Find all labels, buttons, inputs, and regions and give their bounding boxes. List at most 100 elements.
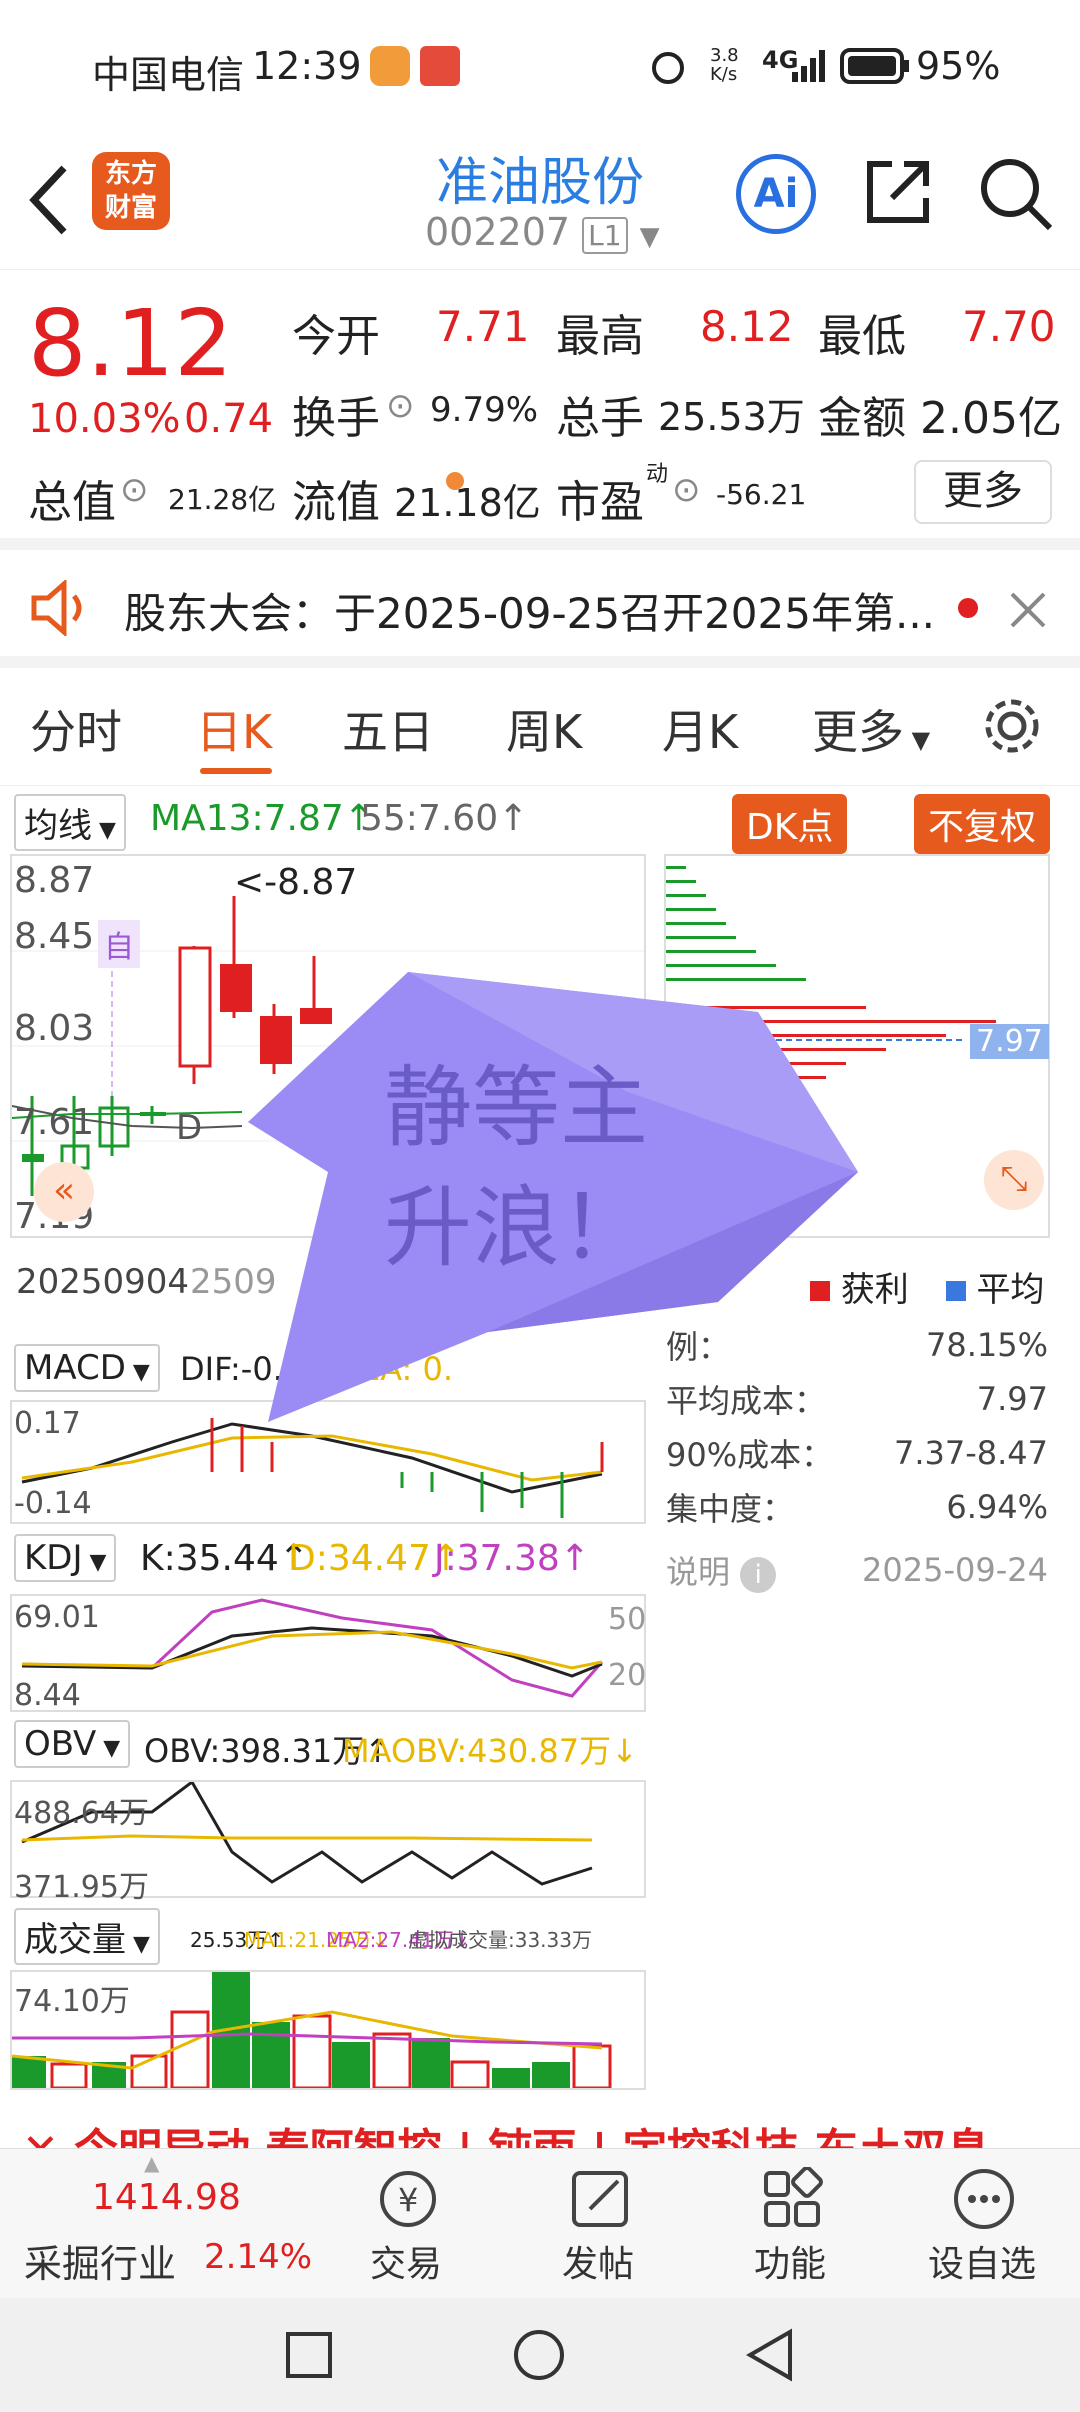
app-notification-icon <box>420 46 460 86</box>
scroll-left-button[interactable]: « <box>34 1162 94 1222</box>
recent-apps-icon[interactable] <box>284 2330 334 2380</box>
notice-bar[interactable]: 股东大会：于2025-09-25召开2025年第... <box>0 550 1080 668</box>
app-notification-icon <box>370 46 410 86</box>
high-label: 最高 <box>556 311 644 362</box>
movers-strip[interactable]: ✕ 今明异动 泰阿智控 | 钝雨 | 宇控科技 东土双息 <box>0 2100 1080 2148</box>
sector-name: 采掘行业 <box>24 2242 177 2286</box>
dk-point-button[interactable]: DK点 <box>732 794 848 854</box>
caret-up-icon: ▲ <box>144 2151 160 2175</box>
float-label: 流值 <box>292 477 380 528</box>
stock-code-row[interactable]: 002207 L1 ▼ <box>425 210 660 254</box>
sector-change: 2.14% <box>204 2237 313 2277</box>
y-axis-label: 8.03 <box>14 1008 95 1049</box>
share-icon[interactable] <box>862 156 934 228</box>
pe-label: 市盈 <box>556 477 644 528</box>
ma55-label: 55:7.60↑ <box>360 798 529 839</box>
macd-y-bottom: -0.14 <box>14 1486 92 1521</box>
sector-index[interactable]: ▲ 1414.98 采掘行业 2.14% <box>0 2149 312 2299</box>
tab-monthly-k[interactable]: 月K <box>662 696 738 762</box>
volume-label: 总手 <box>556 393 644 444</box>
chip-stat-row: 集中度： 6.94% <box>666 1488 1048 1528</box>
period-tabs: 分时 日K 五日 周K 月K 更多 ▼ <box>0 668 1080 786</box>
ai-assistant-button[interactable]: Ai <box>736 154 816 234</box>
turnover-label: 换手 <box>292 393 380 444</box>
kdj-canvas <box>21 1598 604 1698</box>
obv-y-bottom: 371.95万 <box>14 1870 149 1905</box>
y-axis-label: 8.87 <box>14 860 95 901</box>
alarm-icon <box>652 52 684 84</box>
functions-button[interactable]: 功能 <box>700 2149 880 2299</box>
virtual-volume-label: 虚拟成交量:33.33万 <box>408 1928 592 1952</box>
net-speed: 3.8 K/s <box>710 45 739 85</box>
speaker-icon <box>31 580 82 636</box>
adjust-mode-button[interactable]: 不复权 <box>914 794 1051 854</box>
pe-superscript: 动 <box>646 462 669 487</box>
trade-button[interactable]: ¥ 交易 <box>316 2149 496 2299</box>
bottom-toolbar: ▲ 1414.98 采掘行业 2.14% ¥ 交易 发帖 功能 设自选 <box>0 2148 1080 2298</box>
y-axis-label: 7.61 <box>14 1102 95 1143</box>
tab-daily-k[interactable]: 日K <box>196 696 272 762</box>
kdj-j-label: J:37.38↑ <box>434 1538 590 1579</box>
self-select-marker: 自 <box>98 920 140 968</box>
obv-select[interactable]: OBV ▼ <box>14 1720 131 1768</box>
status-bar: 中国电信 12:39 3.8 K/s 4G 95% <box>0 0 1080 130</box>
mktcap-value: 21.28亿 <box>168 483 277 516</box>
pe-value: -56.21 <box>716 478 807 511</box>
quote-panel: 8.12 10.03% 0.74 今开 7.71 最高 8.12 最低 7.70… <box>0 270 1080 550</box>
notice-text[interactable]: 股东大会：于2025-09-25召开2025年第... <box>124 580 935 641</box>
tab-five-day[interactable]: 五日 <box>342 696 434 762</box>
tab-intraday[interactable]: 分时 <box>30 696 122 762</box>
info-icon[interactable]: ⊙ <box>386 386 415 426</box>
chip-note-row[interactable]: 说明 i 2025-09-24 <box>666 1534 1048 1606</box>
movers-text[interactable]: ✕ 今明异动 泰阿智控 | 钝雨 | 宇控科技 东土双息 <box>22 2114 990 2148</box>
change-percent: 10.03% <box>28 396 181 442</box>
obv-chart[interactable]: 488.64万 371.95万 <box>10 1779 646 1905</box>
close-icon[interactable] <box>1008 590 1048 630</box>
mktcap-label: 总值 <box>28 477 116 528</box>
tab-weekly-k[interactable]: 周K <box>506 696 582 762</box>
turnover-value: 9.79% <box>430 390 539 430</box>
tab-more[interactable]: 更多 ▼ <box>812 696 930 762</box>
info-icon[interactable]: i <box>740 1557 777 1593</box>
amount-label: 金额 <box>818 393 906 444</box>
kdj-ref-50: 50 <box>608 1602 647 1637</box>
kdj-chart[interactable]: 69.01 8.44 50 20 <box>10 1594 647 1713</box>
chip-stat-row: 90%成本： 7.37-8.47 <box>666 1434 1048 1474</box>
kdj-select[interactable]: KDJ ▼ <box>14 1534 117 1582</box>
signal-icon <box>792 50 825 82</box>
more-quote-button[interactable]: 更多 <box>914 460 1052 524</box>
notification-dot <box>446 472 464 490</box>
max-price-marker: <-8.87 <box>234 862 358 903</box>
add-watchlist-button[interactable]: 设自选 <box>892 2149 1072 2299</box>
stock-code: 002207 <box>425 210 571 254</box>
unread-dot <box>958 598 978 618</box>
volume-y-top: 74.10万 <box>14 1984 130 2019</box>
macd-select[interactable]: MACD ▼ <box>14 1344 160 1392</box>
info-icon[interactable]: ⊙ <box>120 470 149 510</box>
avg-cost-marker: 7.97 <box>970 1024 1049 1059</box>
macd-y-top: 0.17 <box>14 1406 81 1441</box>
low-value: 7.70 <box>962 302 1056 351</box>
change-amount: 0.74 <box>184 396 274 442</box>
home-icon[interactable] <box>512 2328 566 2382</box>
battery-percent: 95% <box>916 44 1001 88</box>
gear-icon[interactable] <box>980 694 1044 758</box>
back-nav-icon[interactable] <box>744 2328 798 2382</box>
float-value: 21.18亿 <box>394 481 541 525</box>
edit-icon <box>572 2171 628 2227</box>
chevron-down-icon: ▼ <box>639 222 660 252</box>
sticker-text: 静等主 升浪！ <box>384 1056 649 1279</box>
post-button[interactable]: 发帖 <box>508 2149 688 2299</box>
volume-chart[interactable]: 74.10万 <box>10 1970 646 2090</box>
y-axis-label: 8.45 <box>14 916 95 957</box>
ma-select[interactable]: 均线 ▼ <box>14 794 126 851</box>
d-marker: D <box>176 1108 203 1148</box>
last-price: 8.12 <box>28 290 233 397</box>
info-icon[interactable]: ⊙ <box>672 470 701 510</box>
search-icon[interactable] <box>978 156 1054 232</box>
volume-select[interactable]: 成交量 ▼ <box>14 1908 160 1965</box>
kdj-y-bottom: 8.44 <box>14 1678 81 1713</box>
expand-icon[interactable]: ⤡ <box>984 1150 1044 1210</box>
carrier: 中国电信 <box>92 53 245 97</box>
level-badge: L1 <box>582 217 628 254</box>
